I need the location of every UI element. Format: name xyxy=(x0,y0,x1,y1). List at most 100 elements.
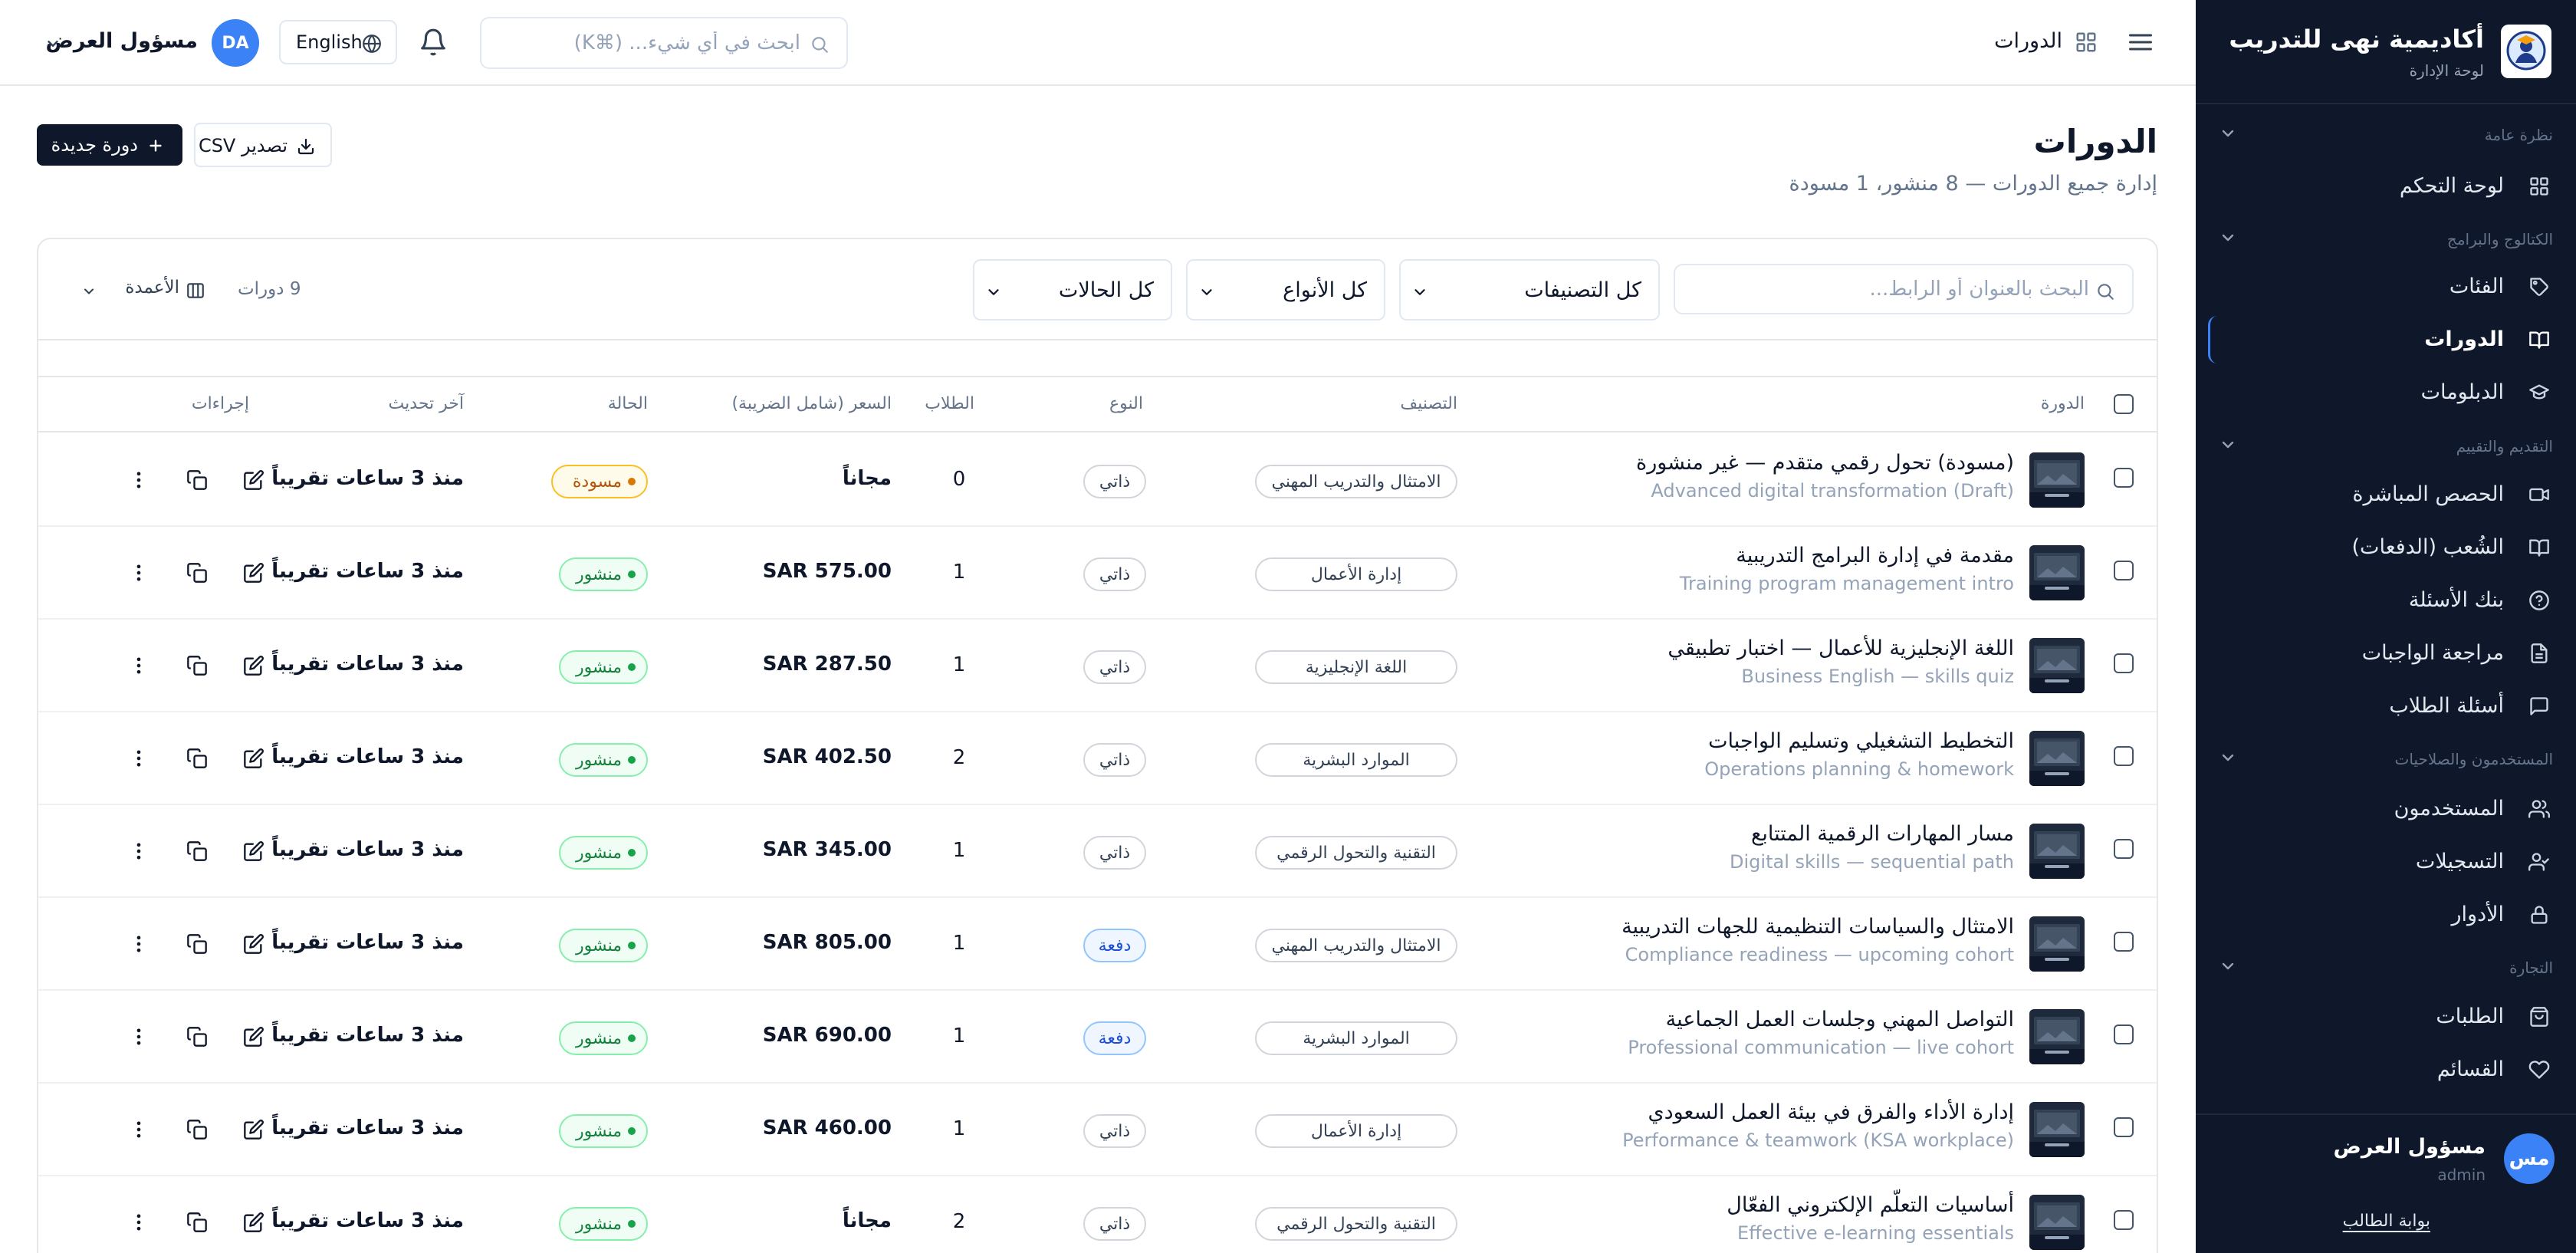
duplicate-icon[interactable] xyxy=(186,655,208,676)
user-menu[interactable]: DA مسؤول العرض xyxy=(37,18,259,67)
row-checkbox[interactable] xyxy=(2114,839,2134,859)
section-commerce[interactable]: التجارة xyxy=(2219,952,2553,983)
more-vertical-icon[interactable] xyxy=(128,562,150,584)
course-title[interactable]: مقدمة في إدارة البرامج التدريبية xyxy=(1736,544,2014,567)
language-switch-button[interactable]: English xyxy=(279,20,397,64)
section-overview[interactable]: نظرة عامة xyxy=(2219,120,2553,150)
header-status[interactable]: الحالة xyxy=(608,394,648,413)
more-vertical-icon[interactable] xyxy=(128,1026,150,1047)
header-type[interactable]: النوع xyxy=(1109,394,1143,413)
course-title[interactable]: (مسودة) تحول رقمي متقدم — غير منشورة xyxy=(1636,451,2014,475)
select-all-checkbox[interactable] xyxy=(2114,394,2134,414)
edit-icon[interactable] xyxy=(243,748,264,769)
sidebar-item-question-bank[interactable]: بنك الأسئلة xyxy=(2208,577,2567,624)
course-title[interactable]: اللغة الإنجليزية للأعمال — اختبار تطبيقي xyxy=(1668,636,2014,660)
duplicate-icon[interactable] xyxy=(186,469,208,491)
course-price: SAR 345.00 xyxy=(762,838,892,861)
edit-icon[interactable] xyxy=(243,933,264,955)
sidebar-item-diplomas[interactable]: الدبلومات xyxy=(2208,369,2567,416)
row-checkbox[interactable] xyxy=(2114,1210,2134,1230)
duplicate-icon[interactable] xyxy=(186,840,208,862)
course-title[interactable]: الامتثال والسياسات التنظيمية للجهات التد… xyxy=(1622,915,2014,939)
table-row[interactable]: (مسودة) تحول رقمي متقدم — غير منشورة (Dr… xyxy=(38,434,2157,527)
duplicate-icon[interactable] xyxy=(186,1212,208,1233)
status-filter-select[interactable]: كل الحالات xyxy=(973,259,1172,321)
more-vertical-icon[interactable] xyxy=(128,655,150,676)
sidebar-user[interactable]: مس مسؤول العرض admin xyxy=(2217,1133,2555,1187)
sidebar-item-student-questions[interactable]: أسئلة الطلاب xyxy=(2208,682,2567,730)
header-updated[interactable]: آخر تحديث xyxy=(389,394,464,413)
export-csv-button[interactable]: تصدير CSV xyxy=(194,123,332,167)
more-vertical-icon[interactable] xyxy=(128,748,150,769)
edit-icon[interactable] xyxy=(243,840,264,862)
more-vertical-icon[interactable] xyxy=(128,469,150,491)
more-vertical-icon[interactable] xyxy=(128,933,150,955)
course-search[interactable] xyxy=(1674,264,2134,314)
student-portal-link[interactable]: بوابة الطالب xyxy=(2343,1212,2430,1231)
sidebar-item-assignment-review[interactable]: مراجعة الواجبات xyxy=(2208,630,2567,677)
duplicate-icon[interactable] xyxy=(186,933,208,955)
type-filter-select[interactable]: كل الأنواع xyxy=(1186,259,1385,321)
table-row[interactable]: مقدمة في إدارة البرامج التدريبية Trainin… xyxy=(38,527,2157,620)
course-title[interactable]: التخطيط التشغيلي وتسليم الواجبات xyxy=(1708,729,2014,753)
duplicate-icon[interactable] xyxy=(186,562,208,584)
course-title[interactable]: أساسيات التعلّم الإلكتروني الفعّال xyxy=(1727,1193,2014,1217)
menu-icon[interactable] xyxy=(2127,28,2154,56)
header-students[interactable]: الطلاب xyxy=(925,394,974,413)
new-course-button[interactable]: دورة جديدة xyxy=(37,124,182,166)
table-row[interactable]: اللغة الإنجليزية للأعمال — اختبار تطبيقي… xyxy=(38,620,2157,712)
section-users[interactable]: المستخدمون والصلاحيات xyxy=(2219,744,2553,774)
row-checkbox[interactable] xyxy=(2114,746,2134,766)
row-checkbox[interactable] xyxy=(2114,468,2134,488)
sidebar-item-enrollments[interactable]: التسجيلات xyxy=(2208,838,2567,886)
section-catalog[interactable]: الكتالوج والبرامج xyxy=(2219,224,2553,255)
global-search-input[interactable] xyxy=(509,18,800,67)
table-row[interactable]: التواصل المهني وجلسات العمل الجماعية Pro… xyxy=(38,991,2157,1084)
edit-icon[interactable] xyxy=(243,1119,264,1140)
category-filter-select[interactable]: كل التصنيفات xyxy=(1399,259,1660,321)
duplicate-icon[interactable] xyxy=(186,1026,208,1047)
global-search[interactable] xyxy=(480,17,848,69)
row-checkbox[interactable] xyxy=(2114,932,2134,952)
row-checkbox[interactable] xyxy=(2114,1024,2134,1044)
table-row[interactable]: التخطيط التشغيلي وتسليم الواجبات Operati… xyxy=(38,712,2157,805)
bell-icon[interactable] xyxy=(419,28,448,57)
edit-icon[interactable] xyxy=(243,562,264,584)
sidebar-item-coupons[interactable]: القسائم xyxy=(2208,1046,2567,1093)
row-checkbox[interactable] xyxy=(2114,1117,2134,1137)
duplicate-icon[interactable] xyxy=(186,1119,208,1140)
header-category[interactable]: التصنيف xyxy=(1400,394,1457,413)
columns-toggle-button[interactable]: الأعمدة xyxy=(81,273,212,307)
edit-icon[interactable] xyxy=(243,1212,264,1233)
course-search-input[interactable] xyxy=(1691,265,2089,313)
row-checkbox[interactable] xyxy=(2114,561,2134,580)
table-row[interactable]: مسار المهارات الرقمية المتتابع Digital s… xyxy=(38,805,2157,898)
edit-icon[interactable] xyxy=(243,655,264,676)
sidebar-item-orders[interactable]: الطلبات xyxy=(2208,993,2567,1041)
table-row[interactable]: أساسيات التعلّم الإلكتروني الفعّال Effec… xyxy=(38,1176,2157,1253)
course-title[interactable]: التواصل المهني وجلسات العمل الجماعية xyxy=(1666,1008,2014,1031)
header-course[interactable]: الدورة xyxy=(2041,394,2085,413)
course-title[interactable]: إدارة الأداء والفرق في بيئة العمل السعود… xyxy=(1648,1100,2014,1124)
sidebar-item-roles[interactable]: الأدوار xyxy=(2208,891,2567,939)
header-price[interactable]: السعر (شامل الضريبة) xyxy=(731,394,892,413)
sidebar-item-dashboard[interactable]: لوحة التحكم xyxy=(2208,163,2567,210)
brand[interactable]: أكاديمية نهى للتدريب لوحة الإدارة xyxy=(2220,17,2551,86)
edit-icon[interactable] xyxy=(243,469,264,491)
row-checkbox[interactable] xyxy=(2114,653,2134,673)
edit-icon[interactable] xyxy=(243,1026,264,1047)
more-vertical-icon[interactable] xyxy=(128,840,150,862)
sidebar-item-users[interactable]: المستخدمون xyxy=(2208,785,2567,833)
table-row[interactable]: الامتثال والسياسات التنظيمية للجهات التد… xyxy=(38,898,2157,991)
duplicate-icon[interactable] xyxy=(186,748,208,769)
sidebar-item-categories[interactable]: الفئات xyxy=(2208,263,2567,311)
sidebar-item-cohorts[interactable]: الشُعب (الدفعات) xyxy=(2208,524,2567,571)
more-vertical-icon[interactable] xyxy=(128,1212,150,1233)
sidebar-item-live-sessions[interactable]: الحصص المباشرة xyxy=(2208,471,2567,518)
more-vertical-icon[interactable] xyxy=(128,1119,150,1140)
topbar: الدورات English DA مسؤول العرض xyxy=(0,0,2196,86)
course-title[interactable]: مسار المهارات الرقمية المتتابع xyxy=(1751,822,2014,846)
table-row[interactable]: إدارة الأداء والفرق في بيئة العمل السعود… xyxy=(38,1084,2157,1176)
section-delivery[interactable]: التقديم والتقييم xyxy=(2219,431,2553,462)
sidebar-item-courses[interactable]: الدورات xyxy=(2208,316,2567,363)
